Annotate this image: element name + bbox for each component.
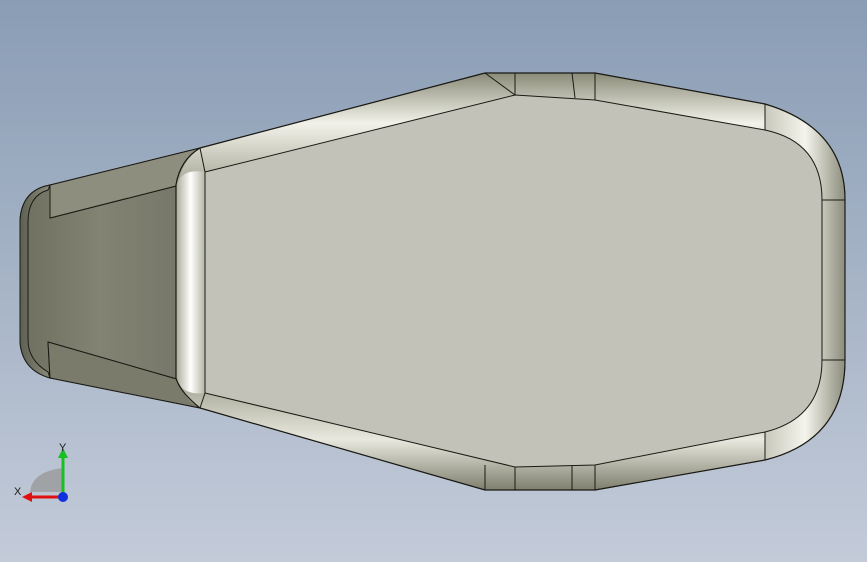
y-axis-label: Y [59,442,67,454]
coordinate-triad[interactable]: Y X [12,442,76,508]
z-axis-icon [58,492,68,502]
model-view[interactable] [0,0,867,562]
triad-icon [22,448,68,502]
x-axis-label: X [14,486,22,498]
triad-xy-plane-icon [30,468,62,492]
fillet-left [176,171,205,394]
part-body[interactable] [175,72,846,491]
top-face [204,94,823,468]
graphics-viewport[interactable]: Y X [0,0,867,562]
